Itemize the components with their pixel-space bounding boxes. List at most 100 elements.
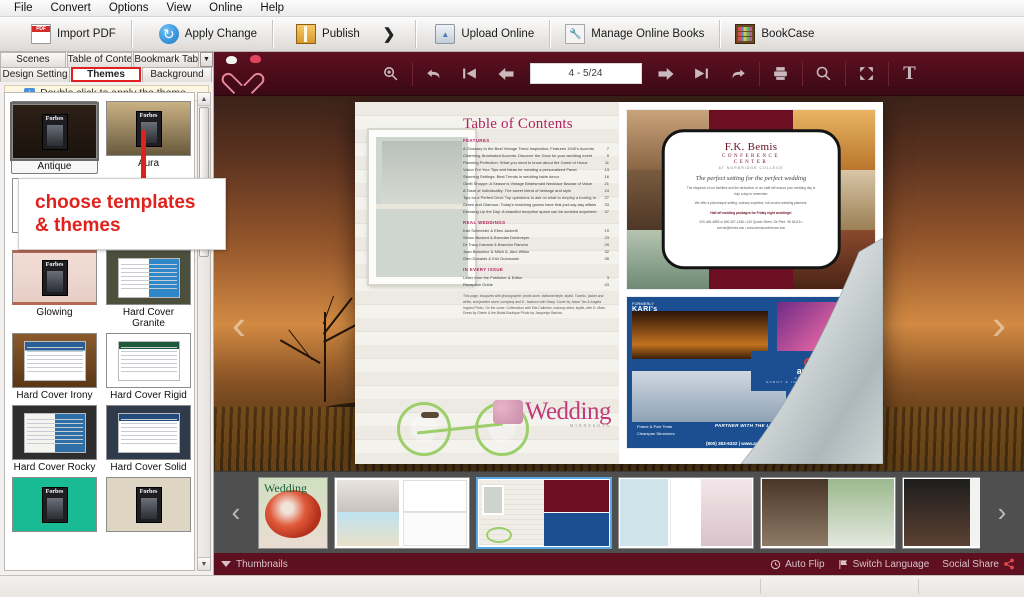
theme-item-extra-1[interactable] (11, 477, 98, 534)
ad-badge: F.K. Bemis CONFERENCE CENTER AT NORBRIDG… (661, 129, 841, 270)
menu-item-view[interactable]: View (158, 1, 199, 15)
prev-page-arrow[interactable]: ‹ (222, 283, 256, 367)
switch-language-button[interactable]: Switch Language (838, 558, 930, 570)
auto-flip-button[interactable]: Auto Flip (770, 558, 825, 570)
last-page-icon[interactable] (684, 59, 720, 89)
ad-highlight: Half off wedding packages for Friday nig… (710, 210, 792, 215)
book-icon (296, 24, 317, 44)
thumb-pages-6-7[interactable] (618, 476, 754, 549)
thumbnail-list: Wedding (258, 472, 980, 553)
theme-thumbnail (10, 102, 99, 161)
toc-line: A Glossary to the Best Vintage Trend Ins… (463, 146, 609, 151)
page-number-input[interactable]: 4 - 5/24 (529, 63, 642, 84)
theme-panel-scrollbar[interactable]: ▲ ▼ (197, 92, 211, 571)
page-right[interactable]: F.K. Bemis CONFERENCE CENTER AT NORBRIDG… (619, 102, 883, 464)
tab-themes[interactable]: Themes (71, 67, 141, 82)
toc-line: Simon Buckert & Brendan Dohlmeyer 23 (463, 235, 609, 240)
publish-label: Publish (322, 28, 360, 40)
theme-grid[interactable]: Antique Aura Black Wood Elegant (4, 92, 195, 571)
viewer-toolbar-separator (844, 61, 846, 86)
ad-photo-tent-night (632, 310, 769, 360)
bookcase-button[interactable]: BookCase (726, 20, 823, 48)
theme-item-hard-cover-rocky[interactable]: Hard Cover Rocky (11, 405, 98, 473)
social-share-button[interactable]: Social Share (942, 558, 1015, 570)
theme-item-hard-cover-solid[interactable]: Hard Cover Solid (106, 405, 191, 473)
tab-bookmark-tabs[interactable]: Bookmark Tabs (133, 52, 200, 67)
toc-line: Reception Guide 43 (463, 282, 609, 287)
apply-change-label: Apply Change (184, 28, 258, 40)
tab-table-of-contents[interactable]: Table of Contents (66, 52, 133, 67)
thumb-pages-2-3[interactable] (334, 476, 470, 549)
page-left[interactable]: Table of Contents FEATURES A Glossary to… (355, 102, 619, 464)
tree-silhouette (280, 295, 370, 403)
thumbnails-next-arrow[interactable]: › (980, 472, 1024, 553)
theme-item-hard-cover-irony[interactable]: Hard Cover Irony (11, 333, 98, 401)
page-spread[interactable]: Table of Contents FEATURES A Glossary to… (355, 102, 883, 464)
menu-item-convert[interactable]: Convert (43, 1, 99, 15)
theme-label: Hard Cover Rocky (13, 462, 96, 473)
toc-line: Tips for a Perfect Deal: Top questions t… (463, 195, 609, 200)
ad-bemis-conference-center: F.K. Bemis CONFERENCE CENTER AT NORBRIDG… (626, 109, 876, 290)
theme-thumbnail (106, 101, 191, 156)
auto-flip-label: Auto Flip (785, 558, 825, 570)
publish-button[interactable]: Publish (287, 20, 369, 48)
theme-thumbnail (106, 405, 191, 460)
thumb-cover-wedding[interactable]: Wedding (258, 476, 328, 549)
publish-more-arrow[interactable]: ❯ (369, 25, 410, 43)
theme-item-hard-cover-rigid[interactable]: Hard Cover Rigid (106, 333, 191, 401)
social-share-label: Social Share (942, 558, 999, 570)
previous-page-icon[interactable] (488, 59, 524, 89)
thumbnails-toggle[interactable]: Thumbnails (214, 559, 288, 570)
tab-overflow-dropdown[interactable]: ▼ (200, 52, 214, 67)
apply-change-button[interactable]: Apply Change (150, 20, 266, 48)
toc-line: Vision For You: Tips and Ideas for creat… (463, 167, 609, 172)
next-page-arrow[interactable]: › (982, 283, 1016, 367)
thumbnail-strip: ‹ Wedding › (214, 471, 1024, 553)
redo-icon[interactable] (720, 59, 756, 89)
thumb-pages-8-9[interactable] (760, 476, 896, 549)
menu-item-file[interactable]: File (6, 1, 41, 15)
bookcase-icon (735, 24, 756, 44)
fullscreen-icon[interactable] (849, 59, 885, 89)
text-select-icon[interactable]: T (892, 59, 928, 89)
window-photo (369, 130, 475, 284)
theme-item-hard-cover-granite[interactable]: Hard Cover Granite (106, 250, 191, 329)
menu-item-online[interactable]: Online (201, 1, 250, 15)
flipbook-preview: 4 - 5/24 T ‹ › Table of Contents FEATURE… (214, 52, 1024, 575)
toc-section-heading: IN EVERY ISSUE (463, 267, 504, 272)
thumb-pages-4-5[interactable] (476, 476, 612, 549)
thumb-pages-10-11[interactable] (902, 476, 980, 549)
switch-language-label: Switch Language (852, 558, 930, 570)
undo-icon[interactable] (416, 59, 452, 89)
ad-col-2: Flooring & Staging Tables & Chairs (832, 424, 865, 436)
first-page-icon[interactable] (452, 59, 488, 89)
menu-item-help[interactable]: Help (252, 1, 292, 15)
upload-online-button[interactable]: Upload Online (426, 20, 543, 48)
tab-scenes[interactable]: Scenes (0, 52, 66, 67)
import-pdf-button[interactable]: Import PDF (22, 20, 125, 48)
theme-item-extra-2[interactable] (106, 477, 191, 534)
zoom-in-icon[interactable] (373, 59, 409, 89)
theme-item-glowing[interactable]: Glowing (11, 250, 98, 329)
print-icon[interactable] (763, 59, 799, 89)
next-page-icon[interactable] (648, 59, 684, 89)
tab-design-setting[interactable]: Design Setting (0, 67, 70, 82)
scroll-down-arrow[interactable]: ▼ (198, 557, 210, 570)
theme-item-antique[interactable]: Antique (10, 101, 99, 174)
thumbnails-prev-arrow[interactable]: ‹ (214, 472, 258, 553)
viewer-bottom-right-group: Auto Flip Switch Language Social Share (770, 558, 1024, 570)
panel-tab-row-2: Design Setting Themes Background (0, 67, 213, 82)
manage-online-books-button[interactable]: Manage Online Books (556, 20, 713, 48)
toc-line: Outfit Shoppe: A Season's Vintage Brides… (463, 181, 609, 186)
scroll-up-arrow[interactable]: ▲ (198, 93, 210, 106)
upload-online-label: Upload Online (461, 28, 535, 40)
theme-label: Glowing (36, 307, 73, 318)
search-icon[interactable] (806, 59, 842, 89)
theme-item-aura[interactable]: Aura (106, 101, 191, 174)
tab-background[interactable]: Background (142, 67, 212, 82)
arena-logo: arena AMERICAS EVENT & INDUSTRY SOLUTION… (751, 351, 866, 391)
theme-thumbnail (12, 250, 97, 305)
menu-item-options[interactable]: Options (101, 1, 157, 15)
theme-label: Aura (137, 158, 160, 169)
ad-brand-sub: CONFERENCE (722, 154, 780, 160)
